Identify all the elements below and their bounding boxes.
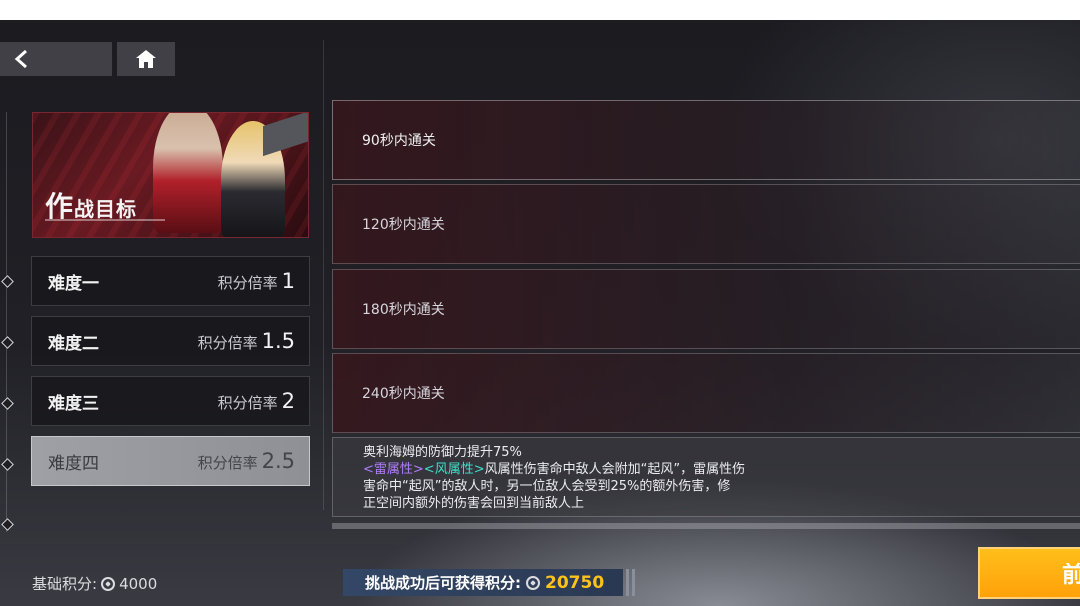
reward-label: 挑战成功后可获得积分:: [365, 574, 521, 592]
event-screen: 作战目标 难度一 积分倍率 1 难度二 积分倍率 1.5 难度三 积分倍率 2 …: [0, 20, 1080, 606]
difficulty-rate: 积分倍率 2: [218, 389, 295, 413]
effect-line: 正空间内额外的伤害会回到当前敌人上: [363, 496, 585, 511]
reward-score-bar: 挑战成功后可获得积分: 20750: [343, 569, 623, 596]
rate-label: 积分倍率: [217, 274, 278, 292]
objective-row: 180秒内通关: [332, 269, 1080, 349]
rate-multiplier: 1.5: [261, 329, 295, 353]
character-portrait: [153, 113, 223, 233]
thunder-tag: <雷属性>: [363, 462, 424, 477]
score-coin-icon: [101, 576, 116, 591]
effect-line: 害命中“起风”的敌人时，另一位敌人会受到25%的额外伤害，修: [363, 479, 731, 494]
rail-node: [1, 397, 14, 410]
score-coin-icon: [526, 575, 540, 590]
difficulty-3[interactable]: 难度三 积分倍率 2: [31, 376, 310, 426]
start-button-label: 前: [1062, 563, 1080, 588]
difficulty-rate: 积分倍率 1.5: [198, 329, 295, 353]
effect-text: 风属性伤害命中敌人会附加“起风”，雷属性伤: [484, 462, 746, 477]
rate-label: 积分倍率: [197, 454, 258, 472]
mission-banner: 作战目标: [32, 112, 309, 238]
difficulty-4-selected[interactable]: 难度四 积分倍率 2.5: [31, 436, 310, 486]
rate-multiplier: 2.5: [261, 449, 295, 473]
difficulty-1[interactable]: 难度一 积分倍率 1: [31, 256, 310, 306]
effect-divider: [332, 523, 1080, 529]
base-score-value: 4000: [119, 574, 158, 593]
objective-row: 120秒内通关: [332, 184, 1080, 264]
reward-value: 20750: [545, 572, 605, 593]
start-button[interactable]: 前: [978, 547, 1080, 599]
banner-underline: [45, 219, 165, 221]
objective-text: 90秒内通关: [362, 133, 436, 149]
base-score: 基础积分: 4000: [32, 573, 157, 594]
home-icon: [136, 50, 156, 68]
difficulty-name: 难度四: [48, 453, 99, 474]
objective-text: 180秒内通关: [362, 302, 445, 318]
objective-text: 120秒内通关: [362, 217, 445, 233]
back-button[interactable]: [0, 42, 112, 76]
rail-node: [1, 518, 14, 531]
difficulty-rate: 积分倍率 1: [218, 269, 295, 293]
panel-divider: [323, 40, 324, 510]
rate-label: 积分倍率: [197, 334, 258, 352]
effect-line: <雷属性><风属性>风属性伤害命中敌人会附加“起风”，雷属性伤: [363, 461, 1080, 478]
banner-title-rest: 战目标: [74, 197, 138, 221]
home-button[interactable]: [117, 42, 175, 76]
difficulty-rate: 积分倍率 2.5: [198, 449, 295, 473]
objective-row: 90秒内通关: [332, 100, 1080, 180]
rail-node: [1, 336, 14, 349]
base-score-label: 基础积分:: [32, 575, 98, 593]
rail-node: [1, 458, 14, 471]
wind-tag: <风属性>: [423, 462, 485, 477]
difficulty-name: 难度三: [48, 393, 99, 414]
rate-label: 积分倍率: [217, 394, 278, 412]
difficulty-name: 难度二: [48, 333, 99, 354]
objective-row: 240秒内通关: [332, 353, 1080, 433]
difficulty-name: 难度一: [48, 273, 99, 294]
reward-bar-decoration: [626, 569, 638, 596]
effect-line: 奥利海姆的防御力提升75%: [363, 445, 522, 460]
rate-multiplier: 1: [281, 269, 295, 293]
difficulty-2[interactable]: 难度二 积分倍率 1.5: [31, 316, 310, 366]
back-arrow-icon: [14, 50, 27, 68]
objective-text: 240秒内通关: [362, 386, 445, 402]
rail-node: [1, 275, 14, 288]
rate-multiplier: 2: [281, 389, 295, 413]
stage-effect-description: 奥利海姆的防御力提升75% <雷属性><风属性>风属性伤害命中敌人会附加“起风”…: [332, 437, 1080, 517]
